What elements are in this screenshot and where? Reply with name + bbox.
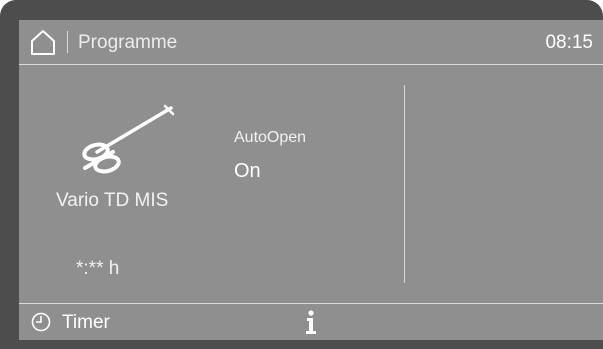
option-label: AutoOpen (234, 129, 307, 146)
timer-label: Timer (62, 312, 110, 333)
surgical-instrument-icon (82, 104, 175, 174)
footer-bar: Timer (19, 303, 603, 341)
option-value[interactable]: On (234, 160, 261, 183)
home-button[interactable] (29, 28, 57, 56)
display-screen: Programme 08:15 Vario TD MIS *:** h Auto… (19, 20, 603, 340)
home-icon (31, 30, 55, 55)
clock-display: 08:15 (545, 32, 593, 53)
program-icon-area (67, 104, 177, 174)
program-duration: *:** h (76, 258, 120, 279)
clock-icon (31, 312, 51, 332)
vertical-divider (404, 85, 405, 283)
header-separator (67, 31, 68, 53)
timer-button[interactable]: Timer (31, 307, 141, 337)
device-bezel: Programme 08:15 Vario TD MIS *:** h Auto… (0, 0, 603, 349)
program-name: Vario TD MIS (56, 190, 169, 211)
info-button[interactable] (300, 307, 322, 337)
info-icon (306, 310, 316, 334)
header-bar: Programme 08:15 (19, 20, 603, 65)
page-title: Programme (78, 32, 178, 53)
